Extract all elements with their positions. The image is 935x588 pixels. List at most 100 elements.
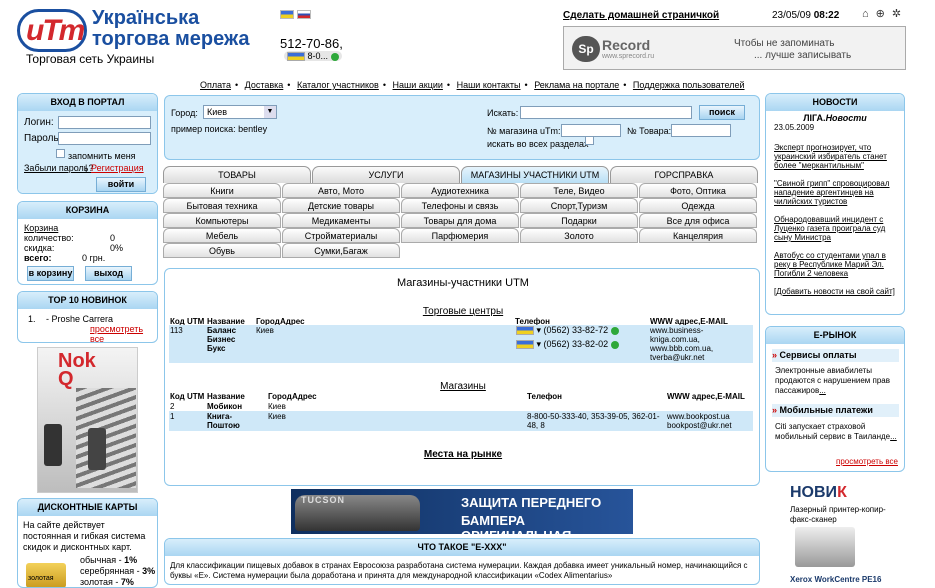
top10-item[interactable]: - Proshe Carrera bbox=[46, 314, 113, 324]
subcat-phones[interactable]: Телефоны и связь bbox=[401, 198, 519, 213]
call-icon[interactable] bbox=[330, 52, 339, 61]
cart-total-label: всего: bbox=[24, 253, 52, 263]
nav-delivery[interactable]: Доставка bbox=[245, 80, 284, 90]
add-news-link[interactable]: [Добавить новости на свой сайт] bbox=[774, 287, 895, 296]
row-phone: 8-800-50-333-40, 353-39-05, 362-01-48, 8 bbox=[527, 412, 660, 430]
exit-button[interactable]: выход bbox=[85, 266, 132, 281]
forgot-password-link[interactable]: Забыли пароль? bbox=[24, 163, 93, 173]
register-link[interactable]: Регистрация bbox=[91, 163, 144, 173]
section-malls[interactable]: Торговые центры bbox=[165, 306, 759, 317]
subcat-clothes[interactable]: Одежда bbox=[639, 198, 757, 213]
product-number-input[interactable] bbox=[671, 124, 731, 137]
subcat-shoes[interactable]: Обувь bbox=[163, 243, 281, 258]
subcat-tv-video[interactable]: Теле, Видео bbox=[520, 183, 638, 198]
top10-view-all[interactable]: просмотреть все bbox=[90, 324, 157, 342]
logo-mark[interactable]: uTm bbox=[17, 9, 87, 52]
novik-ad[interactable]: НОВИК Лазерный принтер-копир-факс-сканер… bbox=[780, 482, 905, 585]
subcat-home[interactable]: Товары для дома bbox=[401, 213, 519, 228]
payment-services-text[interactable]: Электронные авиабилеты продаются с наруш… bbox=[775, 366, 899, 396]
subcat-building[interactable]: Стройматериалы bbox=[282, 228, 400, 243]
news-item[interactable]: "Свиной грипп" спровоцировал нападение а… bbox=[774, 179, 890, 206]
news-source-italic: Новости bbox=[825, 113, 867, 123]
mobile-payments-header[interactable]: » Мобильные платежи bbox=[772, 404, 899, 417]
tab-services[interactable]: УСЛУГИ bbox=[312, 166, 460, 183]
subcat-office[interactable]: Все для офиса bbox=[639, 213, 757, 228]
phone-number-2-text: 8-0... bbox=[307, 51, 329, 61]
table-row[interactable]: 113 Баланс Бизнес Букс Киев ▾ (0562) 33-… bbox=[169, 325, 753, 363]
city-select[interactable]: Киев ▼ bbox=[203, 105, 277, 119]
news-item[interactable]: Автобус со студентами упал в реку в Респ… bbox=[774, 251, 886, 278]
novik-brand-2: К bbox=[837, 484, 847, 501]
subcat-gold[interactable]: Золото bbox=[520, 228, 638, 243]
search-button[interactable]: поиск bbox=[699, 105, 745, 120]
row-www[interactable]: www.business-kniga.com.ua, www.bbb.com.u… bbox=[650, 326, 750, 362]
sprecord-banner[interactable]: Sp Record www.sprecord.ru Чтобы не запом… bbox=[563, 26, 906, 70]
ukrainian-flag-icon[interactable] bbox=[280, 10, 294, 19]
novik-logo: НОВИК bbox=[790, 484, 847, 502]
payment-services-header[interactable]: » Сервисы оплаты bbox=[772, 349, 899, 362]
call-icon[interactable] bbox=[610, 326, 619, 335]
home-icon[interactable]: ⌂ bbox=[862, 8, 876, 20]
subcat-gifts[interactable]: Подарки bbox=[520, 213, 638, 228]
section-shops[interactable]: Магазины bbox=[165, 381, 759, 392]
subcat-computers[interactable]: Компьютеры bbox=[163, 213, 281, 228]
call-icon[interactable] bbox=[610, 340, 619, 349]
emarket-view-all[interactable]: просмотреть все bbox=[836, 457, 898, 467]
subcat-medicine[interactable]: Медикаменты bbox=[282, 213, 400, 228]
nokia-ad[interactable]: Nok Q bbox=[37, 347, 138, 493]
news-item[interactable]: Обнародовавший инцидент с Луценко газета… bbox=[774, 215, 885, 242]
login-button[interactable]: войти bbox=[96, 177, 146, 192]
subcat-stationery[interactable]: Канцелярия bbox=[639, 228, 757, 243]
login-input[interactable] bbox=[58, 116, 151, 129]
table-row[interactable]: 2 Мобикон Киев bbox=[170, 402, 754, 411]
target-icon[interactable]: ⊕ bbox=[876, 8, 892, 20]
subcat-perfume[interactable]: Парфюмерия bbox=[401, 228, 519, 243]
login-title: ВХОД В ПОРТАЛ bbox=[18, 94, 157, 111]
nav-promos[interactable]: Наши акции bbox=[393, 80, 443, 90]
all-sections-checkbox[interactable] bbox=[585, 136, 594, 145]
login-panel: ВХОД В ПОРТАЛ Логин: Пароль: запомнить м… bbox=[17, 93, 158, 194]
subcat-appliances[interactable]: Бытовая техника bbox=[163, 198, 281, 213]
gold-card-image: золотая bbox=[26, 563, 66, 587]
row-name: Книга-Поштою bbox=[207, 412, 240, 430]
to-cart-button[interactable]: в корзину bbox=[27, 266, 74, 281]
nav-payment[interactable]: Оплата bbox=[200, 80, 231, 90]
tab-member-shops[interactable]: МАГАЗИНЫ УЧАСТНИКИ UTM bbox=[461, 166, 609, 183]
subcat-books[interactable]: Книги bbox=[163, 183, 281, 198]
tab-goods[interactable]: ТОВАРЫ bbox=[163, 166, 311, 183]
news-item[interactable]: Эксперт прогнозирует, что украинский изб… bbox=[774, 143, 887, 170]
cart-link[interactable]: Корзина bbox=[24, 223, 58, 233]
logo-title[interactable]: Українська торгова мережа bbox=[92, 8, 262, 50]
password-input[interactable] bbox=[58, 132, 151, 145]
subcat-furniture[interactable]: Мебель bbox=[163, 228, 281, 243]
nav-contacts[interactable]: Наши контакты bbox=[457, 80, 521, 90]
subcat-sport[interactable]: Спорт,Туризм bbox=[520, 198, 638, 213]
tucson-banner[interactable]: TUCSON ЗАЩИТА ПЕРЕДНЕГО БАМПЕРА ОРИГИНАЛ… bbox=[291, 489, 633, 534]
subcat-photo-optics[interactable]: Фото, Оптика bbox=[639, 183, 757, 198]
banner-line-2: БАМПЕРА ОРИГИНАЛЬНАЯ bbox=[461, 513, 571, 534]
nav-support[interactable]: Поддержка пользователей bbox=[633, 80, 745, 90]
tab-city-directory[interactable]: ГОРСПРАВКА bbox=[610, 166, 758, 183]
news-source: ЛІГА.Новости bbox=[774, 114, 896, 123]
mobile-payments-text[interactable]: Citi запускает страховой мобильный серви… bbox=[775, 422, 899, 442]
section-market-places[interactable]: Места на рынке bbox=[165, 449, 759, 460]
subcat-audio[interactable]: Аудиотехника bbox=[401, 183, 519, 198]
nav-catalog[interactable]: Каталог участников bbox=[297, 80, 379, 90]
russian-flag-icon[interactable] bbox=[296, 10, 311, 19]
sprecord-slogan: Чтобы не запоминать... лучше записывать bbox=[734, 38, 851, 62]
mobile-payments-text-body: Citi запускает страховой мобильный серви… bbox=[775, 422, 891, 441]
remember-checkbox[interactable] bbox=[56, 149, 65, 158]
subcat-bags[interactable]: Сумки,Багаж bbox=[282, 243, 400, 258]
set-homepage-link[interactable]: Сделать домашней страничкой bbox=[563, 10, 719, 21]
row-city: Киев bbox=[268, 402, 286, 411]
row-www[interactable]: www.bookpost.ua bookpost@ukr.net bbox=[667, 412, 747, 430]
mobile-payments-label: Мобильные платежи bbox=[779, 405, 873, 415]
nav-advertising[interactable]: Реклама на портале bbox=[534, 80, 619, 90]
subcat-kids[interactable]: Детские товары bbox=[282, 198, 400, 213]
chevron-down-icon[interactable]: ▼ bbox=[264, 106, 276, 118]
star-icon[interactable]: ✲ bbox=[892, 8, 908, 20]
col-name: Название bbox=[207, 392, 245, 401]
table-row[interactable]: 1 Книга-Поштою Киев 8-800-50-333-40, 353… bbox=[169, 411, 753, 431]
search-input[interactable] bbox=[520, 106, 692, 119]
subcat-auto-moto[interactable]: Авто, Мото bbox=[282, 183, 400, 198]
